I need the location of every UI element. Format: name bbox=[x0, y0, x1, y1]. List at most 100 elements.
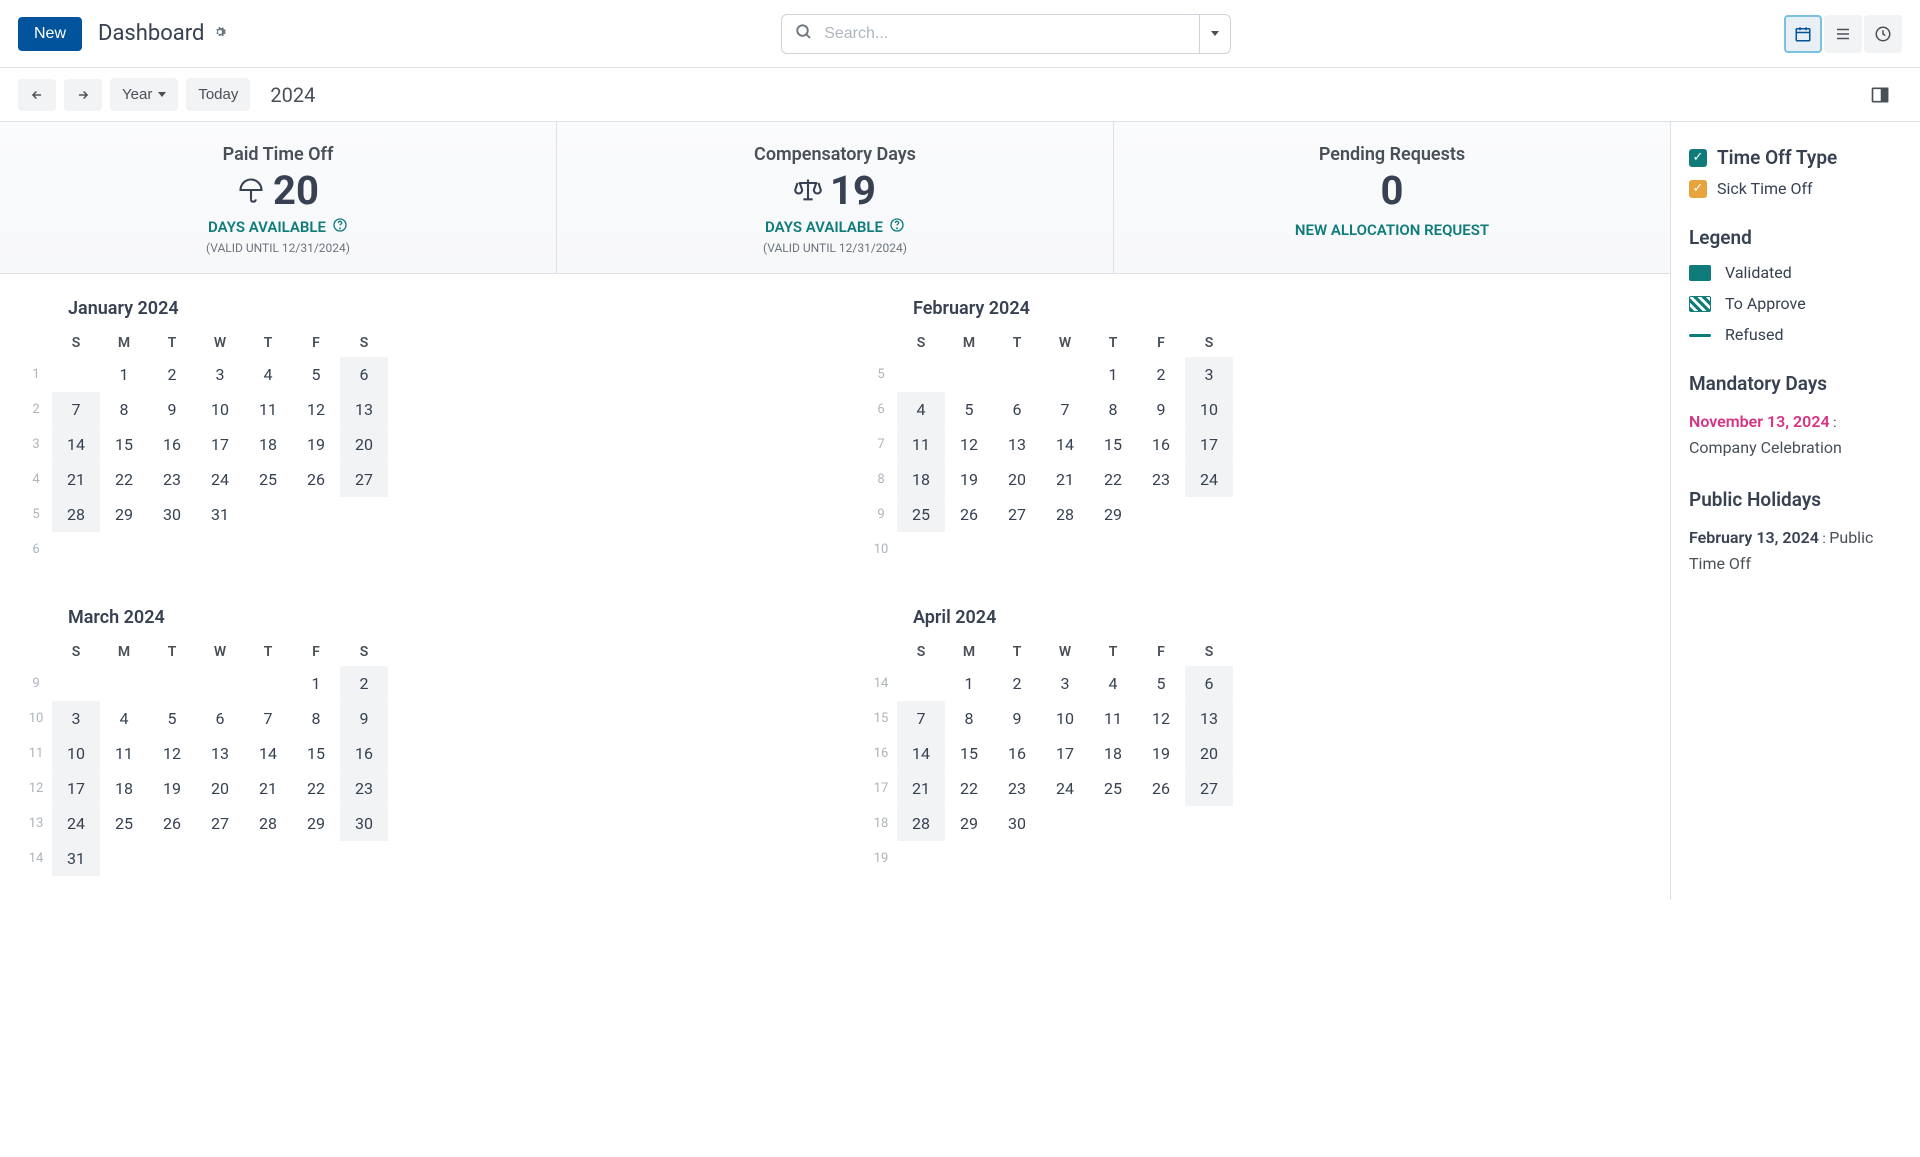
cal-day[interactable]: 22 bbox=[100, 462, 148, 497]
cal-day[interactable]: 18 bbox=[244, 427, 292, 462]
cal-day[interactable]: 22 bbox=[945, 771, 993, 806]
cal-day[interactable]: 24 bbox=[1041, 771, 1089, 806]
cal-day[interactable]: 13 bbox=[1185, 701, 1233, 736]
cal-day[interactable]: 1 bbox=[100, 357, 148, 392]
cal-day[interactable]: 4 bbox=[100, 701, 148, 736]
prev-button[interactable] bbox=[18, 79, 56, 111]
cal-day[interactable]: 14 bbox=[897, 736, 945, 771]
cal-day[interactable]: 16 bbox=[340, 736, 388, 771]
cal-day[interactable]: 26 bbox=[292, 462, 340, 497]
cal-day[interactable]: 28 bbox=[897, 806, 945, 841]
today-button[interactable]: Today bbox=[186, 78, 250, 111]
cal-day[interactable]: 4 bbox=[1089, 666, 1137, 701]
cal-day[interactable]: 23 bbox=[148, 462, 196, 497]
cal-day[interactable]: 2 bbox=[340, 666, 388, 701]
cal-day[interactable]: 28 bbox=[1041, 497, 1089, 532]
stat-pto[interactable]: Paid Time Off 20 DAYS AVAILABLE (VALID U… bbox=[0, 122, 557, 273]
cal-day[interactable]: 12 bbox=[945, 427, 993, 462]
cal-day[interactable]: 11 bbox=[897, 427, 945, 462]
cal-day[interactable]: 9 bbox=[993, 701, 1041, 736]
cal-day[interactable]: 23 bbox=[340, 771, 388, 806]
cal-day[interactable]: 27 bbox=[340, 462, 388, 497]
cal-day[interactable]: 20 bbox=[340, 427, 388, 462]
cal-day[interactable]: 1 bbox=[292, 666, 340, 701]
cal-day[interactable]: 15 bbox=[292, 736, 340, 771]
cal-day[interactable]: 7 bbox=[244, 701, 292, 736]
cal-day[interactable]: 9 bbox=[148, 392, 196, 427]
cal-day[interactable]: 8 bbox=[100, 392, 148, 427]
cal-day[interactable]: 15 bbox=[100, 427, 148, 462]
cal-day[interactable]: 21 bbox=[244, 771, 292, 806]
cal-day[interactable]: 21 bbox=[52, 462, 100, 497]
cal-day[interactable]: 6 bbox=[196, 701, 244, 736]
search-input[interactable] bbox=[781, 14, 1200, 54]
filter-time-off-type[interactable]: ✓ Time Off Type bbox=[1689, 146, 1902, 169]
cal-day[interactable]: 21 bbox=[1041, 462, 1089, 497]
cal-day[interactable]: 23 bbox=[993, 771, 1041, 806]
cal-day[interactable]: 7 bbox=[897, 701, 945, 736]
cal-day[interactable]: 18 bbox=[100, 771, 148, 806]
stat-comp[interactable]: Compensatory Days 19 DAYS AVAILABLE (VAL… bbox=[557, 122, 1114, 273]
cal-day[interactable]: 14 bbox=[244, 736, 292, 771]
cal-day[interactable]: 6 bbox=[340, 357, 388, 392]
cal-day[interactable]: 19 bbox=[1137, 736, 1185, 771]
cal-day[interactable]: 11 bbox=[244, 392, 292, 427]
cal-day[interactable]: 10 bbox=[1185, 392, 1233, 427]
cal-day[interactable]: 10 bbox=[196, 392, 244, 427]
cal-day[interactable]: 31 bbox=[196, 497, 244, 532]
cal-day[interactable]: 9 bbox=[1137, 392, 1185, 427]
cal-day[interactable]: 17 bbox=[1041, 736, 1089, 771]
cal-day[interactable]: 30 bbox=[993, 806, 1041, 841]
cal-day[interactable]: 8 bbox=[1089, 392, 1137, 427]
cal-day[interactable]: 18 bbox=[897, 462, 945, 497]
cal-day[interactable]: 24 bbox=[52, 806, 100, 841]
cal-day[interactable]: 16 bbox=[993, 736, 1041, 771]
cal-day[interactable]: 2 bbox=[993, 666, 1041, 701]
cal-day[interactable]: 1 bbox=[945, 666, 993, 701]
cal-day[interactable]: 25 bbox=[244, 462, 292, 497]
cal-day[interactable]: 7 bbox=[1041, 392, 1089, 427]
cal-day[interactable]: 24 bbox=[1185, 462, 1233, 497]
gear-icon[interactable] bbox=[212, 21, 228, 46]
cal-day[interactable]: 10 bbox=[1041, 701, 1089, 736]
cal-day[interactable]: 19 bbox=[148, 771, 196, 806]
cal-day[interactable]: 12 bbox=[148, 736, 196, 771]
cal-day[interactable]: 14 bbox=[52, 427, 100, 462]
cal-day[interactable]: 2 bbox=[1137, 357, 1185, 392]
cal-day[interactable]: 3 bbox=[1185, 357, 1233, 392]
cal-day[interactable]: 30 bbox=[340, 806, 388, 841]
cal-day[interactable]: 5 bbox=[1137, 666, 1185, 701]
cal-day[interactable]: 29 bbox=[945, 806, 993, 841]
cal-day[interactable]: 24 bbox=[196, 462, 244, 497]
cal-day[interactable]: 13 bbox=[993, 427, 1041, 462]
cal-day[interactable]: 28 bbox=[244, 806, 292, 841]
cal-day[interactable]: 19 bbox=[292, 427, 340, 462]
cal-day[interactable]: 22 bbox=[292, 771, 340, 806]
cal-day[interactable]: 30 bbox=[148, 497, 196, 532]
cal-day[interactable]: 31 bbox=[52, 841, 100, 876]
cal-day[interactable]: 3 bbox=[196, 357, 244, 392]
cal-day[interactable]: 4 bbox=[897, 392, 945, 427]
cal-day[interactable]: 8 bbox=[292, 701, 340, 736]
cal-day[interactable]: 15 bbox=[945, 736, 993, 771]
cal-day[interactable]: 26 bbox=[148, 806, 196, 841]
cal-day[interactable]: 11 bbox=[100, 736, 148, 771]
range-dropdown[interactable]: Year bbox=[110, 78, 178, 111]
cal-day[interactable]: 13 bbox=[196, 736, 244, 771]
cal-day[interactable]: 7 bbox=[52, 392, 100, 427]
cal-day[interactable]: 28 bbox=[52, 497, 100, 532]
cal-day[interactable]: 17 bbox=[1185, 427, 1233, 462]
cal-day[interactable]: 8 bbox=[945, 701, 993, 736]
new-allocation-link[interactable]: NEW ALLOCATION REQUEST bbox=[1124, 221, 1660, 239]
cal-day[interactable]: 9 bbox=[340, 701, 388, 736]
cal-day[interactable]: 29 bbox=[292, 806, 340, 841]
cal-day[interactable]: 14 bbox=[1041, 427, 1089, 462]
cal-day[interactable]: 16 bbox=[1137, 427, 1185, 462]
cal-day[interactable]: 25 bbox=[897, 497, 945, 532]
cal-day[interactable]: 5 bbox=[945, 392, 993, 427]
panel-toggle-button[interactable] bbox=[1858, 77, 1902, 113]
cal-day[interactable]: 11 bbox=[1089, 701, 1137, 736]
cal-day[interactable]: 18 bbox=[1089, 736, 1137, 771]
cal-day[interactable]: 10 bbox=[52, 736, 100, 771]
cal-day[interactable]: 6 bbox=[993, 392, 1041, 427]
